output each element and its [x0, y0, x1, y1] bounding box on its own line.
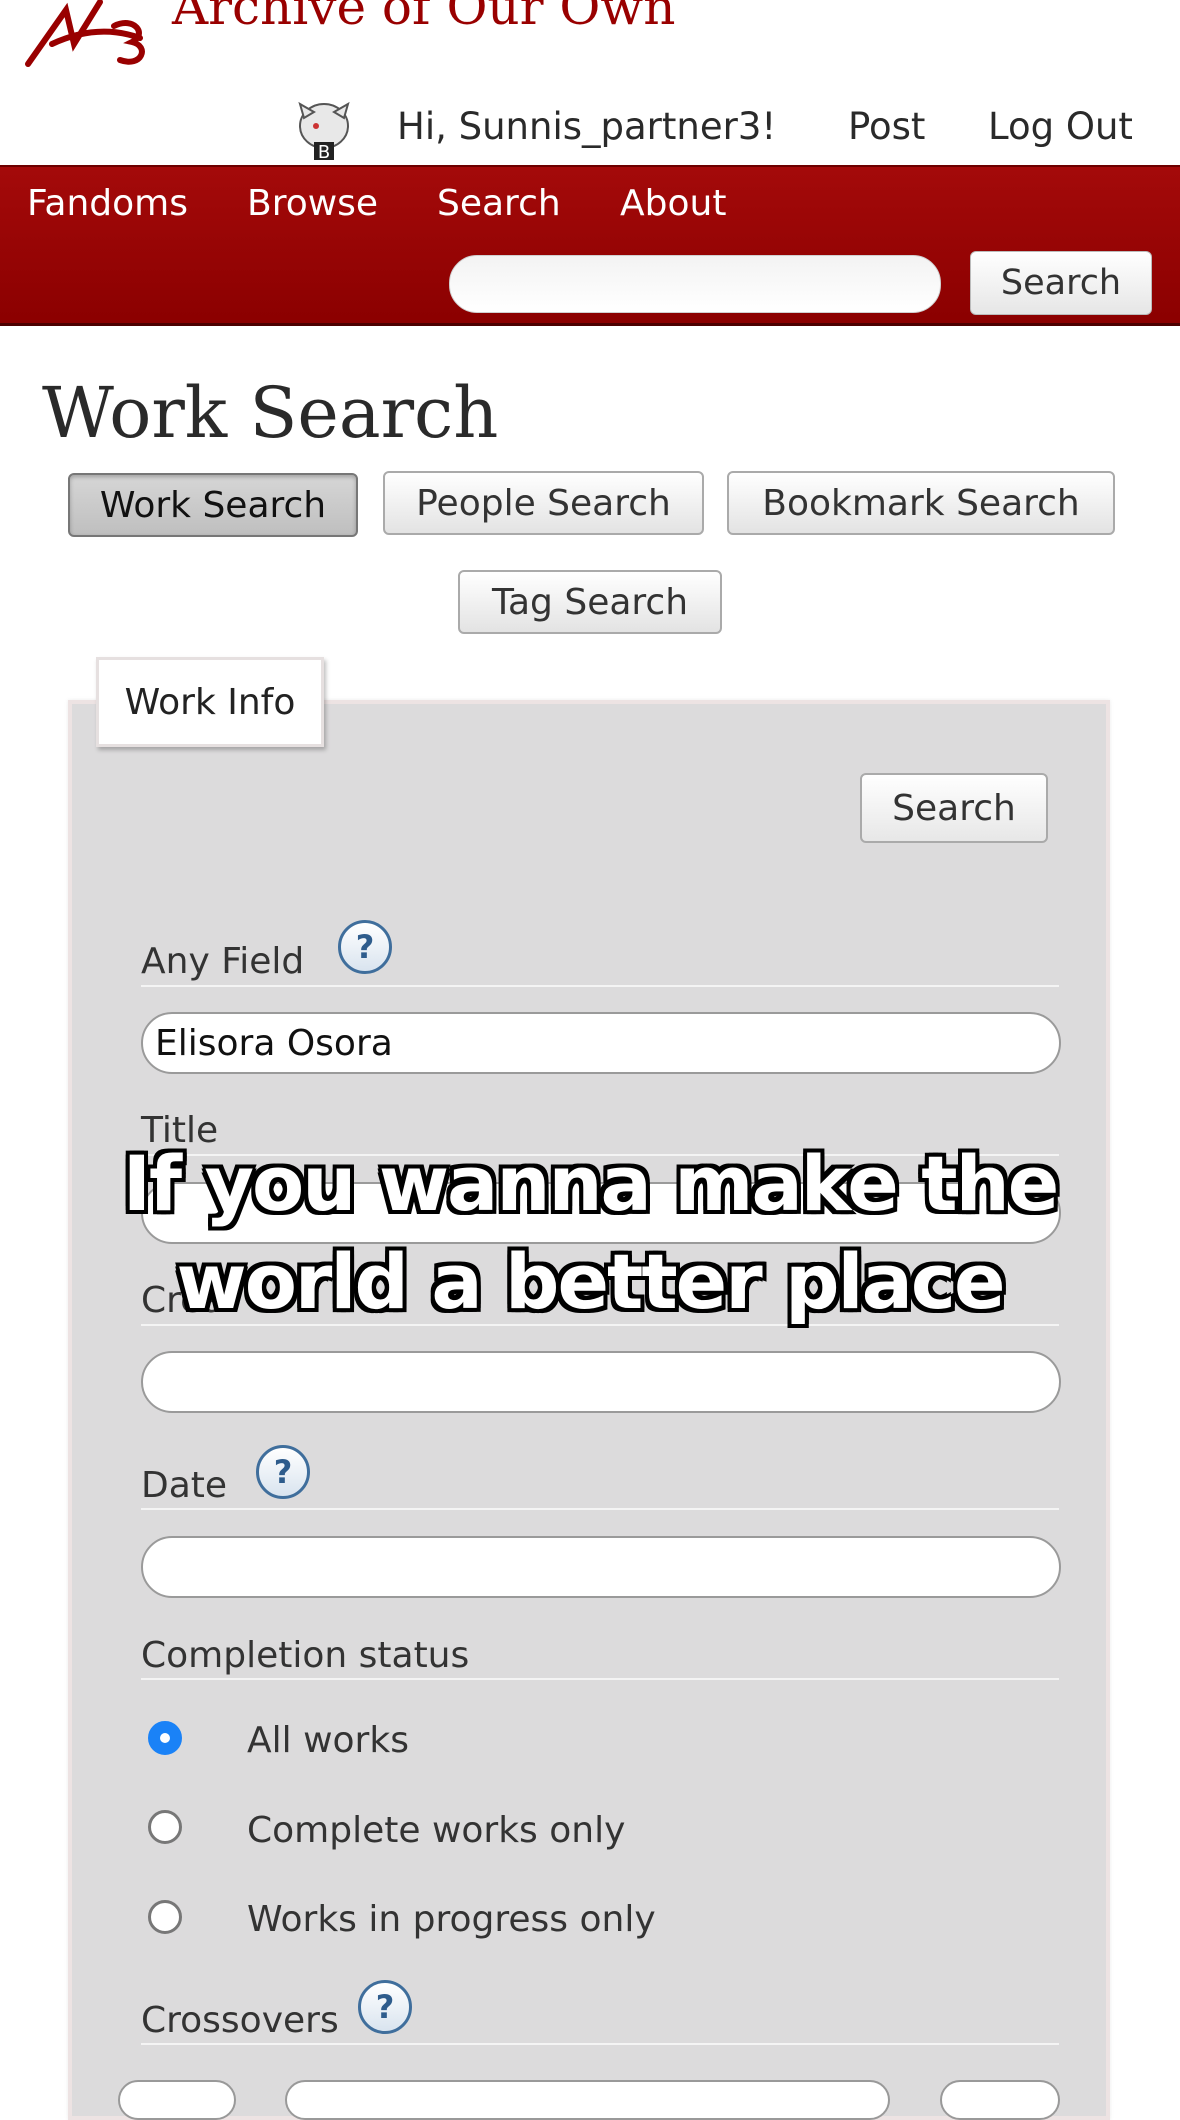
crossovers-help-icon[interactable]: ? [358, 1980, 412, 2034]
tab-tag-search[interactable]: Tag Search [458, 570, 722, 634]
nav-search[interactable]: Search [437, 183, 561, 224]
radio-label-complete-works-only[interactable]: Complete works only [247, 1810, 625, 1851]
divider [141, 1508, 1059, 1510]
post-link[interactable]: Post [848, 105, 925, 148]
primary-navigation: Fandoms Browse Search About Search [0, 165, 1180, 326]
tab-people-search[interactable]: People Search [383, 471, 704, 535]
divider [141, 985, 1059, 987]
form-search-button[interactable]: Search [860, 773, 1048, 843]
crossover-option-pill[interactable] [118, 2080, 236, 2120]
crossover-option-pill[interactable] [285, 2080, 890, 2120]
radio-works-in-progress-only[interactable] [148, 1900, 182, 1934]
date-help-icon[interactable]: ? [256, 1445, 310, 1499]
nav-fandoms[interactable]: Fandoms [27, 183, 188, 224]
any-field-label: Any Field [141, 941, 305, 982]
nav-about[interactable]: About [620, 183, 726, 224]
site-search-input[interactable] [449, 255, 941, 313]
user-avatar[interactable]: B [290, 96, 358, 164]
site-search-button[interactable]: Search [970, 251, 1152, 315]
any-field-help-icon[interactable]: ? [338, 920, 392, 974]
radio-label-all-works[interactable]: All works [247, 1720, 409, 1761]
radio-complete-works-only[interactable] [148, 1810, 182, 1844]
site-title[interactable]: Archive of Our Own [172, 0, 675, 36]
divider [141, 2043, 1059, 2045]
tab-work-search[interactable]: Work Search [68, 473, 358, 537]
ao3-logo-icon[interactable] [22, 0, 167, 72]
caption-line-2: world a better place [176, 1237, 1006, 1326]
date-input[interactable] [141, 1536, 1061, 1598]
log-out-link[interactable]: Log Out [988, 105, 1133, 148]
radio-all-works[interactable] [148, 1721, 182, 1755]
crossovers-label: Crossovers [141, 2000, 339, 2041]
caption-line-1: If you wanna make the [122, 1139, 1060, 1228]
completion-status-label: Completion status [141, 1635, 470, 1676]
crossover-option-pill[interactable] [940, 2080, 1060, 2120]
svg-text:B: B [318, 142, 330, 163]
radio-label-works-in-progress-only[interactable]: Works in progress only [247, 1899, 656, 1940]
date-label: Date [141, 1465, 228, 1506]
work-info-tab: Work Info [96, 657, 324, 747]
tab-bookmark-search[interactable]: Bookmark Search [727, 471, 1115, 535]
page-title: Work Search [42, 372, 499, 454]
nav-browse[interactable]: Browse [247, 183, 378, 224]
any-field-input[interactable]: Elisora Osora [141, 1012, 1061, 1074]
user-greeting[interactable]: Hi, Sunnis_partner3! [397, 105, 776, 148]
divider [141, 1678, 1059, 1680]
creator-input[interactable] [141, 1351, 1061, 1413]
video-caption-overlay: If you wanna make the world a better pla… [0, 1135, 1180, 1331]
